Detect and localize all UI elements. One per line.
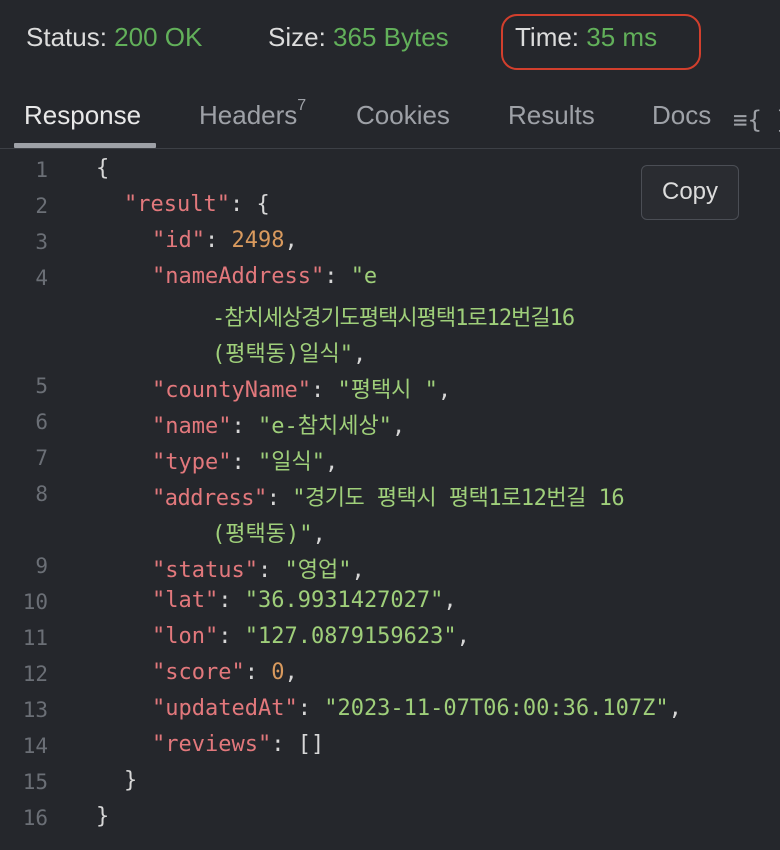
json-string: "e-참치세상" (257, 414, 392, 439)
tab-headers-label: Headers (199, 100, 298, 130)
json-string: (평택동)" (212, 522, 313, 547)
json-string: "36.9931427027" (244, 588, 444, 613)
code-line-wrap: (평택동)", (212, 522, 326, 547)
json-string: "일식" (257, 450, 325, 475)
json-key: "id" (152, 228, 205, 253)
json-key: "name" (152, 414, 232, 439)
status-value: 200 OK (114, 22, 203, 52)
json-key: "countyName" (152, 378, 311, 403)
status-label: Status: (26, 22, 107, 52)
line-number: 12 (22, 662, 48, 686)
json-number: 2498 (231, 228, 285, 253)
line-number: 11 (22, 626, 48, 650)
code-line: "nameAddress": "e (152, 264, 378, 289)
json-key: "result" (124, 192, 230, 217)
response-body-editor[interactable]: 1 2 3 4 5 6 7 8 9 10 11 12 13 14 15 16 {… (0, 150, 780, 850)
copy-button[interactable]: Copy (641, 165, 739, 220)
json-key: "lon" (152, 624, 219, 649)
line-number: 9 (35, 554, 48, 578)
code-line-wrap: -참치세상경기도평택시평택1로12번길16 (212, 300, 575, 332)
json-key: "status" (152, 558, 258, 583)
size-value: 365 Bytes (333, 22, 449, 52)
code-line: "score": 0, (152, 660, 298, 685)
json-string: "127.0879159623" (244, 624, 457, 649)
tab-cookies[interactable]: Cookies (356, 100, 450, 131)
json-string: "경기도 평택시 평택1로12번길 16 (292, 486, 625, 511)
line-number: 15 (22, 770, 48, 794)
code-line: "type": "일식", (152, 450, 339, 475)
line-number: 2 (35, 194, 48, 218)
code-line: "id": 2498, (152, 228, 298, 253)
code-line: "address": "경기도 평택시 평택1로12번길 16 (152, 486, 625, 511)
code-line: "lat": "36.9931427027", (152, 588, 457, 613)
line-number: 10 (22, 590, 48, 614)
line-number: 1 (35, 158, 48, 182)
code-line: } (124, 768, 138, 793)
time-indicator: Time: 35 ms (515, 22, 657, 53)
line-number: 16 (22, 806, 48, 830)
json-key: "nameAddress" (152, 264, 325, 289)
code-line: "reviews": [] (152, 732, 325, 757)
status-indicator: Status: 200 OK (26, 22, 202, 53)
json-string: "영업" (284, 558, 352, 583)
line-number: 8 (35, 482, 48, 506)
line-number: 14 (22, 734, 48, 758)
json-string: -참치세상경기도평택시평택1로12번길16 (212, 306, 575, 331)
code-line: { (96, 156, 110, 181)
headers-count-badge: 7 (297, 97, 307, 115)
json-string: (평택동)일식" (212, 342, 353, 367)
json-number: 0 (271, 660, 285, 685)
json-array: [] (297, 732, 325, 757)
code-line: "lon": "127.0879159623", (152, 624, 470, 649)
json-key: "lat" (152, 588, 219, 613)
line-number: 5 (35, 374, 48, 398)
format-menu-icon[interactable]: ≡{ } (733, 106, 780, 134)
tab-headers[interactable]: Headers7 (199, 97, 307, 131)
response-tabs: Response Headers7 Cookies Results Docs (0, 88, 780, 149)
tab-docs[interactable]: Docs (652, 100, 711, 131)
line-number: 4 (35, 266, 48, 290)
line-number: 6 (35, 410, 48, 434)
line-number: 13 (22, 698, 48, 722)
time-value: 35 ms (586, 22, 658, 52)
json-string: "평택시 " (337, 378, 438, 403)
json-key: "updatedAt" (152, 696, 298, 721)
active-tab-underline (14, 143, 156, 148)
json-key: "type" (152, 450, 232, 475)
code-line-wrap: (평택동)일식", (212, 342, 367, 367)
code-line: "countyName": "평택시 ", (152, 378, 452, 403)
code-line: "result": { (124, 192, 270, 217)
json-key: "reviews" (152, 732, 272, 757)
code-line: } (96, 804, 110, 829)
tab-results[interactable]: Results (508, 100, 595, 131)
code-line: "updatedAt": "2023-11-07T06:00:36.107Z", (152, 696, 682, 721)
json-string: "2023-11-07T06:00:36.107Z" (324, 696, 669, 721)
json-string: "e (350, 264, 378, 289)
response-status-bar: Status: 200 OK Size: 365 Bytes Time: 35 … (0, 0, 780, 80)
code-line: "name": "e-참치세상", (152, 414, 406, 439)
size-indicator: Size: 365 Bytes (268, 22, 449, 53)
line-number: 3 (35, 230, 48, 254)
size-label: Size: (268, 22, 326, 52)
time-label: Time: (515, 22, 580, 52)
tab-response[interactable]: Response (24, 100, 141, 131)
line-number: 7 (35, 446, 48, 470)
json-key: "address" (152, 486, 267, 511)
code-line: "status": "영업", (152, 558, 365, 583)
json-key: "score" (152, 660, 245, 685)
